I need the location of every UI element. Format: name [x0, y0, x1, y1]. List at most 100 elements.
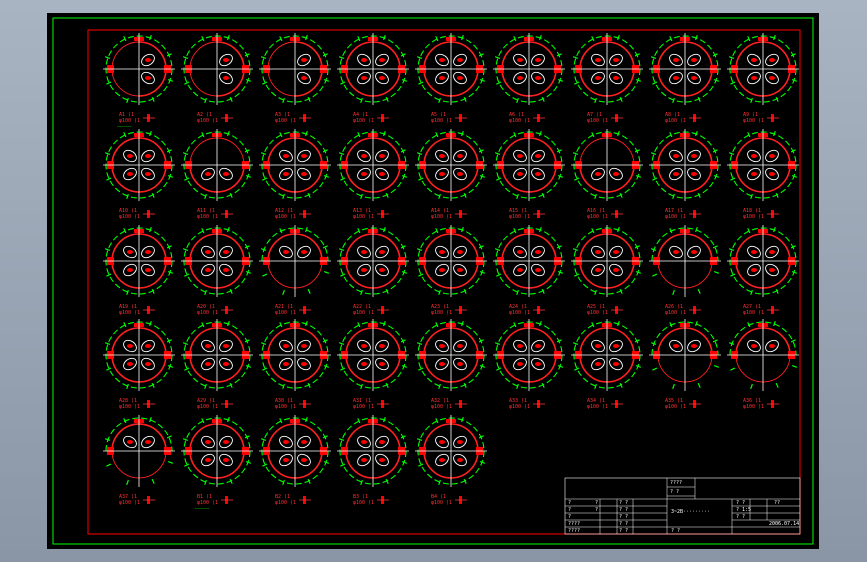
- bolt-hole-fill: [751, 76, 757, 80]
- bolt-hole-fill: [379, 440, 385, 444]
- dimension-tick: [204, 193, 207, 200]
- dimension-tick: [594, 193, 597, 200]
- bolt-hole-fill: [361, 440, 367, 444]
- bolt-hole-fill: [691, 154, 697, 158]
- part-symbol[interactable]: A19 (1φ100 (1: [103, 225, 175, 316]
- part-symbol[interactable]: B2 (1φ100 (1: [259, 415, 331, 506]
- dimension-tick: [106, 81, 112, 85]
- part-symbol[interactable]: A8 (1φ100 (1: [649, 33, 721, 124]
- part-symbol[interactable]: A11 (1φ100 (1: [181, 129, 253, 220]
- dimension-tick: [574, 273, 580, 277]
- part-symbol[interactable]: A29 (1φ100 (1: [181, 319, 253, 410]
- part-symbol[interactable]: A17 (1φ100 (1: [649, 129, 721, 220]
- cad-drawing-viewport[interactable]: A1 (1 φ100 (1 —————— A2 (1 φ100 (1 A3 (1 φ100 …: [47, 13, 819, 549]
- part-symbol[interactable]: A15 (1φ100 (1: [493, 129, 565, 220]
- part-symbol[interactable]: A9 (1φ100 (1: [727, 33, 799, 124]
- part-symbol[interactable]: A33 (1φ100 (1: [493, 319, 565, 410]
- part-sublabel: φ100 (1: [509, 214, 530, 220]
- bolt-hole-fill: [127, 362, 133, 366]
- dimension-tick: [340, 463, 346, 467]
- part-sublabel: φ100 (1: [743, 404, 764, 410]
- dimension-tick: [360, 289, 363, 296]
- part-symbol[interactable]: A23 (1φ100 (1: [415, 225, 487, 316]
- part-symbol[interactable]: A27 (1φ100 (1: [727, 225, 799, 316]
- part-symbol[interactable]: A3 (1φ100 (1: [259, 33, 331, 124]
- bolt-hole-fill: [439, 76, 445, 80]
- dimension-tick: [123, 322, 127, 328]
- dimension-tick: [282, 383, 285, 390]
- dimension-tick: [416, 152, 423, 155]
- dimension-tick: [775, 382, 779, 388]
- part-symbol[interactable]: A2 (1φ100 (1: [181, 33, 253, 124]
- part-symbol[interactable]: A30 (1φ100 (1: [259, 319, 331, 410]
- cad-drawing[interactable]: A1 (1φ100 (1——————A2 (1φ100 (1A3 (1φ100 …: [47, 13, 819, 549]
- bolt-hole-fill: [283, 344, 289, 348]
- bolt-hole-fill: [439, 172, 445, 176]
- part-symbol[interactable]: A18 (1φ100 (1: [727, 129, 799, 220]
- bolt-hole-fill: [439, 440, 445, 444]
- bolt-hole-fill: [613, 250, 619, 254]
- bolt-hole-fill: [457, 76, 463, 80]
- part-symbol[interactable]: A34 (1φ100 (1: [571, 319, 643, 410]
- bolt-hole-fill: [751, 58, 757, 62]
- part-symbol[interactable]: A36 (1φ100 (1: [727, 319, 799, 410]
- part-symbol[interactable]: A28 (1φ100 (1: [103, 319, 175, 410]
- part-symbol[interactable]: B3 (1φ100 (1: [337, 415, 409, 506]
- part-symbol[interactable]: A10 (1φ100 (1: [103, 129, 175, 220]
- bolt-hole-fill: [361, 172, 367, 176]
- title-block-designer: ????: [568, 521, 580, 527]
- bolt-hole-fill: [769, 250, 775, 254]
- part-symbol[interactable]: A21 (1φ100 (1: [259, 225, 331, 316]
- part-symbol[interactable]: A35 (1φ100 (1: [649, 319, 721, 410]
- part-sublabel: φ100 (1: [353, 214, 374, 220]
- part-symbol[interactable]: A37 (1φ100 (1: [103, 415, 175, 506]
- part-symbol[interactable]: B4 (1φ100 (1: [415, 415, 487, 506]
- bolt-hole-fill: [535, 58, 541, 62]
- dimension-tick: [494, 56, 501, 59]
- bolt-hole-fill: [283, 172, 289, 176]
- dimension-tick: [305, 320, 308, 327]
- dimension-tick: [557, 271, 564, 274]
- bolt-hole-fill: [751, 268, 757, 272]
- part-symbol[interactable]: A4 (1φ100 (1: [337, 33, 409, 124]
- dimension-tick: [323, 461, 330, 464]
- part-symbol[interactable]: A22 (1φ100 (1: [337, 225, 409, 316]
- dimension-tick: [360, 479, 363, 486]
- part-symbol[interactable]: A20 (1φ100 (1: [181, 225, 253, 316]
- dimension-tick: [479, 271, 486, 274]
- part-symbol[interactable]: A12 (1φ100 (1: [259, 129, 331, 220]
- part-symbol[interactable]: A25 (1φ100 (1: [571, 225, 643, 316]
- part-symbol[interactable]: A32 (1φ100 (1: [415, 319, 487, 410]
- drawing-title: 3~2B·········: [671, 509, 710, 515]
- dimension-tick: [279, 418, 283, 424]
- dimension-tick: [435, 322, 439, 328]
- dimension-tick: [773, 34, 776, 41]
- dimension-tick: [357, 132, 361, 138]
- dimension-tick: [104, 152, 111, 155]
- dimension-tick: [307, 288, 311, 294]
- bolt-hole-fill: [613, 362, 619, 366]
- part-symbol[interactable]: A6 (1φ100 (1: [493, 33, 565, 124]
- dimension-tick: [791, 79, 798, 82]
- dimension-tick: [149, 320, 152, 327]
- title-block-q3: ? ?: [619, 500, 628, 506]
- part-symbol[interactable]: A7 (1φ100 (1: [571, 33, 643, 124]
- part-symbol[interactable]: A31 (1φ100 (1: [337, 319, 409, 410]
- dimension-tick: [282, 479, 285, 486]
- part-symbol[interactable]: A14 (1φ100 (1: [415, 129, 487, 220]
- bolt-hole-fill: [145, 154, 151, 158]
- bolt-hole-fill: [535, 362, 541, 366]
- dimension-tick: [773, 320, 776, 327]
- dimension-tick: [262, 81, 268, 85]
- bolt-hole-fill: [613, 172, 619, 176]
- dimension-tick: [401, 79, 408, 82]
- part-symbol[interactable]: A16 (1φ100 (1: [571, 129, 643, 220]
- dimension-tick: [791, 271, 798, 274]
- part-symbol[interactable]: A5 (1φ100 (1: [415, 33, 487, 124]
- part-symbol[interactable]: A26 (1φ100 (1: [649, 225, 721, 316]
- part-symbol[interactable]: A1 (1φ100 (1——————: [103, 33, 175, 129]
- part-symbol[interactable]: A24 (1φ100 (1: [493, 225, 565, 316]
- bolt-hole-fill: [613, 268, 619, 272]
- part-symbol[interactable]: A13 (1φ100 (1: [337, 129, 409, 220]
- part-symbol[interactable]: B1 (1φ100 (1——————: [181, 415, 253, 511]
